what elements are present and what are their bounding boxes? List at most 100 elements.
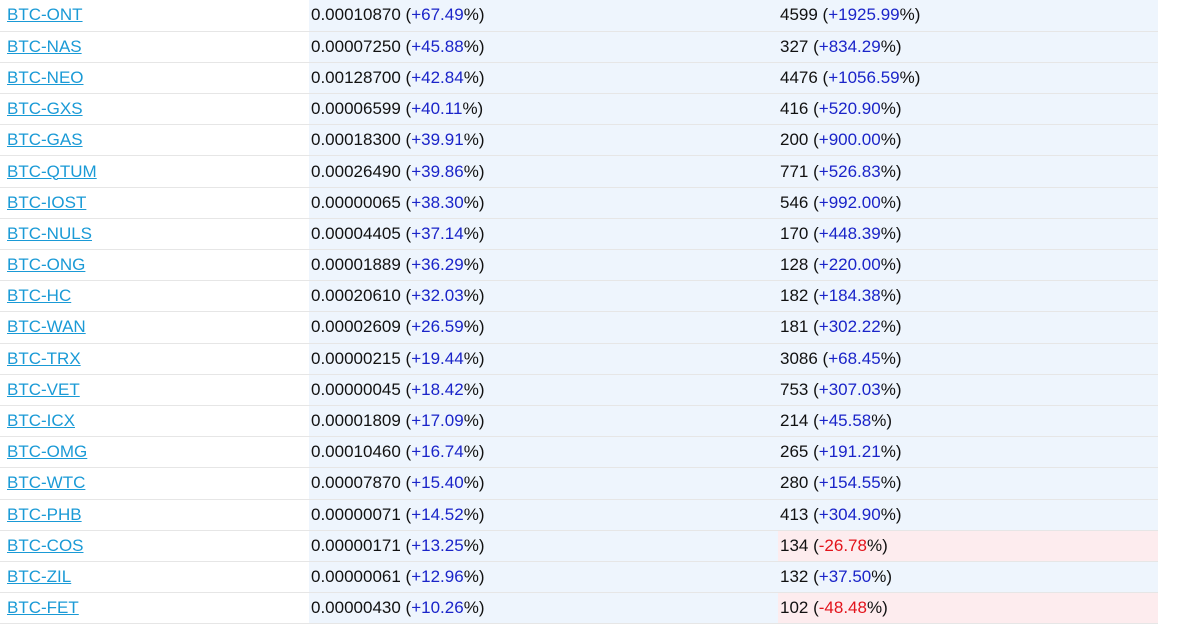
price-cell: 0.00007250 (+45.88%) xyxy=(309,31,778,63)
pair-link[interactable]: BTC-NEO xyxy=(7,68,84,87)
table-row: BTC-GAS 0.00018300 (+39.91%) 200 (+900.0… xyxy=(0,124,1158,157)
pair-cell: BTC-FET xyxy=(0,592,309,625)
table-row: BTC-NAS 0.00007250 (+45.88%) 327 (+834.2… xyxy=(0,31,1158,63)
volume-value: 102 xyxy=(780,598,809,618)
pair-link[interactable]: BTC-FET xyxy=(7,598,79,617)
pair-link[interactable]: BTC-ICX xyxy=(7,411,75,430)
price-value: 0.00018300 xyxy=(311,130,401,150)
pair-link[interactable]: BTC-TRX xyxy=(7,349,81,368)
price-cell: 0.00004405 (+37.14%) xyxy=(309,218,778,251)
volume-cell: 4476 (+1056.59%) xyxy=(778,62,1158,95)
pair-cell: BTC-VET xyxy=(0,374,309,406)
volume-cell: 413 (+304.90%) xyxy=(778,499,1158,531)
volume-cell: 134 (-26.78%) xyxy=(778,530,1158,562)
volume-change: +184.38 xyxy=(818,286,881,306)
volume-change: +37.50 xyxy=(818,566,872,586)
pair-link[interactable]: BTC-ONG xyxy=(7,255,85,274)
price-value: 0.00010460 xyxy=(311,442,401,462)
pair-cell: BTC-PHB xyxy=(0,499,309,531)
volume-change: +68.45 xyxy=(828,348,881,368)
volume-change: -26.78 xyxy=(818,535,867,555)
volume-value: 413 xyxy=(780,504,809,524)
price-value: 0.00128700 xyxy=(311,67,401,87)
price-cell: 0.00020610 (+32.03%) xyxy=(309,280,778,313)
volume-cell: 753 (+307.03%) xyxy=(778,374,1158,406)
pair-link[interactable]: BTC-WTC xyxy=(7,473,85,492)
volume-cell: 280 (+154.55%) xyxy=(778,467,1158,500)
pair-link[interactable]: BTC-ONT xyxy=(7,5,83,24)
price-cell: 0.00001889 (+36.29%) xyxy=(309,249,778,282)
volume-cell: 546 (+992.00%) xyxy=(778,187,1158,219)
volume-change: +220.00 xyxy=(818,255,881,275)
pair-link[interactable]: BTC-QTUM xyxy=(7,162,97,181)
price-cell: 0.00000171 (+13.25%) xyxy=(309,530,778,562)
price-cell: 0.00026490 (+39.86%) xyxy=(309,155,778,188)
pair-link[interactable]: BTC-GAS xyxy=(7,130,83,149)
price-cell: 0.00002609 (+26.59%) xyxy=(309,311,778,344)
volume-change: +1925.99 xyxy=(828,5,900,25)
volume-change: +154.55 xyxy=(818,473,881,493)
pair-link[interactable]: BTC-PHB xyxy=(7,505,82,524)
price-value: 0.00000430 xyxy=(311,598,401,618)
volume-value: 416 xyxy=(780,99,809,119)
pair-cell: BTC-NAS xyxy=(0,31,309,63)
volume-cell: 132 (+37.50%) xyxy=(778,561,1158,594)
pair-link[interactable]: BTC-GXS xyxy=(7,99,83,118)
pair-link[interactable]: BTC-COS xyxy=(7,536,84,555)
price-cell: 0.00000065 (+38.30%) xyxy=(309,187,778,219)
pair-link[interactable]: BTC-WAN xyxy=(7,317,86,336)
pair-link[interactable]: BTC-VET xyxy=(7,380,80,399)
volume-cell: 181 (+302.22%) xyxy=(778,311,1158,344)
pair-link[interactable]: BTC-IOST xyxy=(7,193,86,212)
volume-value: 200 xyxy=(780,130,809,150)
table-row: BTC-NEO 0.00128700 (+42.84%) 4476 (+1056… xyxy=(0,62,1158,95)
volume-value: 128 xyxy=(780,255,809,275)
pair-cell: BTC-ZIL xyxy=(0,561,309,594)
price-cell: 0.00000215 (+19.44%) xyxy=(309,343,778,375)
table-row: BTC-TRX 0.00000215 (+19.44%) 3086 (+68.4… xyxy=(0,343,1158,375)
volume-change: +304.90 xyxy=(818,504,881,524)
volume-cell: 128 (+220.00%) xyxy=(778,249,1158,282)
table-row: BTC-ONG 0.00001889 (+36.29%) 128 (+220.0… xyxy=(0,249,1158,282)
volume-cell: 200 (+900.00%) xyxy=(778,124,1158,157)
price-cell: 0.00000061 (+12.96%) xyxy=(309,561,778,594)
pair-link[interactable]: BTC-OMG xyxy=(7,442,87,461)
volume-value: 3086 xyxy=(780,348,818,368)
volume-value: 182 xyxy=(780,286,809,306)
pair-link[interactable]: BTC-NAS xyxy=(7,37,82,56)
table-row: BTC-WTC 0.00007870 (+15.40%) 280 (+154.5… xyxy=(0,467,1158,500)
price-cell: 0.00010870 (+67.49%) xyxy=(309,0,778,32)
volume-value: 134 xyxy=(780,535,809,555)
volume-value: 170 xyxy=(780,223,809,243)
price-cell: 0.00000045 (+18.42%) xyxy=(309,374,778,406)
price-value: 0.00001809 xyxy=(311,411,401,431)
pair-cell: BTC-OMG xyxy=(0,436,309,469)
volume-change: +526.83 xyxy=(818,161,881,181)
price-value: 0.00000061 xyxy=(311,566,401,586)
volume-cell: 265 (+191.21%) xyxy=(778,436,1158,469)
pair-link[interactable]: BTC-ZIL xyxy=(7,567,71,586)
price-change: +37.14 xyxy=(411,223,464,243)
pair-link[interactable]: BTC-HC xyxy=(7,286,71,305)
volume-cell: 3086 (+68.45%) xyxy=(778,343,1158,375)
volume-cell: 102 (-48.48%) xyxy=(778,592,1158,625)
volume-cell: 771 (+526.83%) xyxy=(778,155,1158,188)
price-change: +67.49 xyxy=(411,5,464,25)
pair-link[interactable]: BTC-NULS xyxy=(7,224,92,243)
price-change: +26.59 xyxy=(411,317,464,337)
price-change: +40.11 xyxy=(411,99,463,119)
price-change: +36.29 xyxy=(411,255,464,275)
volume-change: +520.90 xyxy=(818,99,881,119)
price-value: 0.00000215 xyxy=(311,348,401,368)
price-change: +18.42 xyxy=(411,379,464,399)
price-cell: 0.00000071 (+14.52%) xyxy=(309,499,778,531)
price-change: +19.44 xyxy=(411,348,464,368)
volume-value: 327 xyxy=(780,36,809,56)
volume-value: 4599 xyxy=(780,5,818,25)
market-table: BTC-ONT 0.00010870 (+67.49%) 4599 (+1925… xyxy=(0,0,1158,625)
pair-cell: BTC-COS xyxy=(0,530,309,562)
price-value: 0.00006599 xyxy=(311,99,401,119)
price-cell: 0.00006599 (+40.11%) xyxy=(309,93,778,126)
price-value: 0.00010870 xyxy=(311,5,401,25)
price-change: +45.88 xyxy=(411,36,464,56)
